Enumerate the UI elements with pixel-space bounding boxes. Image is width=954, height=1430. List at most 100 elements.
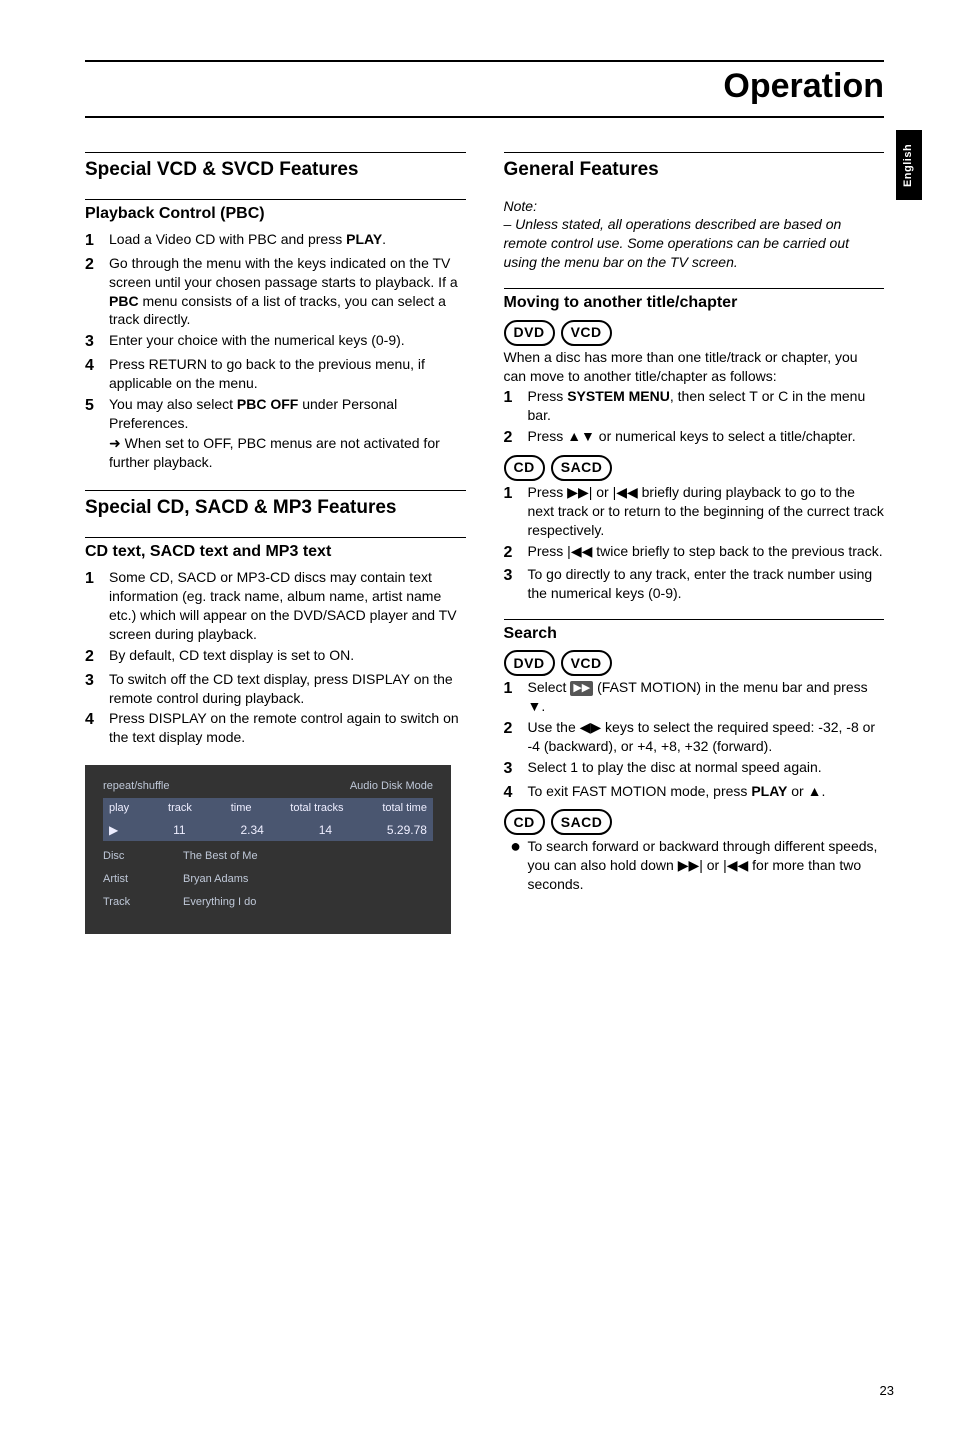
list-item: 2 By default, CD text display is set to … xyxy=(85,646,466,668)
badge-dvd: DVD xyxy=(504,320,555,346)
list-item: 3 To switch off the CD text display, pre… xyxy=(85,670,466,708)
badge-vcd: VCD xyxy=(561,320,612,346)
step-text: Load a Video CD with PBC and press PLAY. xyxy=(109,230,386,249)
subheading-search: Search xyxy=(504,619,885,645)
disc-badges-cd-sacd-2: CD SACD xyxy=(504,809,885,835)
osd-col: total time xyxy=(382,801,427,816)
osd-info-value: Bryan Adams xyxy=(183,872,248,887)
osd-info-label: Disc xyxy=(103,849,183,864)
step-number: 3 xyxy=(504,758,528,780)
osd-info-value: The Best of Me xyxy=(183,849,258,864)
list-item: 3 Select 1 to play the disc at normal sp… xyxy=(504,758,885,780)
list-item: 4 To exit FAST MOTION mode, press PLAY o… xyxy=(504,782,885,804)
step-text: By default, CD text display is set to ON… xyxy=(109,646,354,665)
bullet-icon: ● xyxy=(504,837,528,855)
list-item: 5 You may also select PBC OFF under Pers… xyxy=(85,395,466,433)
osd-col: track xyxy=(168,801,192,816)
search-bullet: ● To search forward or backward through … xyxy=(504,837,885,894)
osd-val: 2.34 xyxy=(240,822,263,838)
note-label: Note: xyxy=(504,197,885,216)
moving-intro: When a disc has more than one title/trac… xyxy=(504,348,885,386)
subheading-moving: Moving to another title/chapter xyxy=(504,288,885,314)
step-text: Select ▶▶ (FAST MOTION) in the menu bar … xyxy=(528,678,885,716)
badge-vcd: VCD xyxy=(561,650,612,676)
osd-val: ▶ xyxy=(109,822,118,838)
moving-step-list: 1 Press SYSTEM MENU, then select T or C … xyxy=(504,387,885,448)
osd-screenshot: repeat/shuffle Audio Disk Mode play trac… xyxy=(85,765,451,933)
step-text: Some CD, SACD or MP3-CD discs may contai… xyxy=(109,568,466,644)
step-number: 1 xyxy=(504,483,528,505)
subheading-pbc: Playback Control (PBC) xyxy=(85,199,466,225)
osd-info-value: Everything I do xyxy=(183,895,256,910)
step-number: 1 xyxy=(85,568,109,590)
disc-badges-dvd-vcd-2: DVD VCD xyxy=(504,650,885,676)
badge-cd: CD xyxy=(504,809,545,835)
badge-dvd: DVD xyxy=(504,650,555,676)
pbc-step-list: 1 Load a Video CD with PBC and press PLA… xyxy=(85,230,466,432)
disc-badges-cd-sacd: CD SACD xyxy=(504,455,885,481)
osd-col: time xyxy=(231,801,252,816)
language-tab: English xyxy=(896,130,922,200)
badge-sacd: SACD xyxy=(551,809,613,835)
step-text: To switch off the CD text display, press… xyxy=(109,670,466,708)
list-item: 4 Press DISPLAY on the remote control ag… xyxy=(85,709,466,747)
osd-val: 14 xyxy=(319,822,332,838)
general-note: Note: – Unless stated, all operations de… xyxy=(504,197,885,273)
osd-val: 11 xyxy=(173,822,185,838)
step-text: Press RETURN to go back to the previous … xyxy=(109,355,466,393)
step-text: Press DISPLAY on the remote control agai… xyxy=(109,709,466,747)
step-number: 1 xyxy=(504,678,528,700)
title-icon: T xyxy=(749,388,758,404)
step-text: To exit FAST MOTION mode, press PLAY or … xyxy=(528,782,826,801)
chapter-icon: C xyxy=(778,388,788,404)
osd-info-label: Artist xyxy=(103,872,183,887)
step-number: 4 xyxy=(85,709,109,731)
list-item: 1 Some CD, SACD or MP3-CD discs may cont… xyxy=(85,568,466,644)
note-body: – Unless stated, all operations describe… xyxy=(504,215,885,272)
section-general-heading: General Features xyxy=(504,152,885,183)
list-item: 3 To go directly to any track, enter the… xyxy=(504,565,885,603)
step-number: 2 xyxy=(504,427,528,449)
pbc-subnote: When set to OFF, PBC menus are not activ… xyxy=(85,434,466,472)
step-number: 1 xyxy=(85,230,109,252)
osd-top-right: Audio Disk Mode xyxy=(350,779,433,794)
step-number: 2 xyxy=(504,718,528,740)
step-number: 3 xyxy=(85,331,109,353)
section-svcd-heading: Special VCD & SVCD Features xyxy=(85,152,466,183)
list-item: 2 Go through the menu with the keys indi… xyxy=(85,254,466,330)
badge-cd: CD xyxy=(504,455,545,481)
step-text: Use the ◀▶ keys to select the required s… xyxy=(528,718,885,756)
section-cd-heading: Special CD, SACD & MP3 Features xyxy=(85,490,466,521)
step-number: 2 xyxy=(85,254,109,276)
osd-info-label: Track xyxy=(103,895,183,910)
osd-col: total tracks xyxy=(290,801,343,816)
language-tab-label: English xyxy=(902,143,917,186)
step-number: 2 xyxy=(85,646,109,668)
step-text: Press ▶▶| or |◀◀ briefly during playback… xyxy=(528,483,885,540)
osd-val: 5.29.78 xyxy=(387,822,427,838)
step-text: To go directly to any track, enter the t… xyxy=(528,565,885,603)
title-top-rule xyxy=(85,60,884,62)
up-down-icon: ▲▼ xyxy=(567,428,595,444)
list-item: 1 Load a Video CD with PBC and press PLA… xyxy=(85,230,466,252)
step-number: 2 xyxy=(504,542,528,564)
step-text: Go through the menu with the keys indica… xyxy=(109,254,466,330)
step-number: 3 xyxy=(504,565,528,587)
cd-move-step-list: 1 Press ▶▶| or |◀◀ briefly during playba… xyxy=(504,483,885,603)
list-item: 4 Press RETURN to go back to the previou… xyxy=(85,355,466,393)
list-item: 1 Press ▶▶| or |◀◀ briefly during playba… xyxy=(504,483,885,540)
cdtext-step-list: 1 Some CD, SACD or MP3-CD discs may cont… xyxy=(85,568,466,747)
step-text: Press |◀◀ twice briefly to step back to … xyxy=(528,542,883,561)
step-text: Enter your choice with the numerical key… xyxy=(109,331,405,350)
step-number: 3 xyxy=(85,670,109,692)
osd-col: play xyxy=(109,801,129,816)
list-item: 2 Press |◀◀ twice briefly to step back t… xyxy=(504,542,885,564)
list-item: 2 Use the ◀▶ keys to select the required… xyxy=(504,718,885,756)
list-item: 1 Select ▶▶ (FAST MOTION) in the menu ba… xyxy=(504,678,885,716)
page-title: Operation xyxy=(85,64,884,118)
step-number: 5 xyxy=(85,395,109,417)
fast-forward-icon: ▶▶ xyxy=(570,681,593,696)
page-number: 23 xyxy=(880,1382,894,1400)
search-bullet-text: To search forward or backward through di… xyxy=(528,837,885,894)
list-item: 3 Enter your choice with the numerical k… xyxy=(85,331,466,353)
